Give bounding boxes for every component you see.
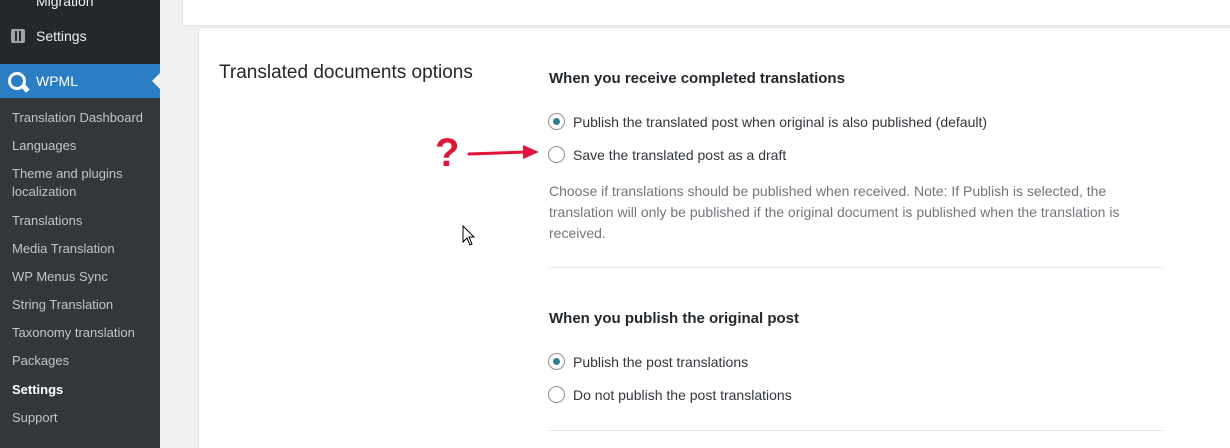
submenu-translations[interactable]: Translations — [12, 212, 152, 230]
current-menu-indicator — [152, 73, 160, 89]
submenu-media-translation[interactable]: Media Translation — [12, 240, 152, 258]
submenu-languages[interactable]: Languages — [12, 137, 152, 155]
option-label: Publish the translated post when origina… — [573, 113, 988, 130]
sidebar-item-settings-label: Settings — [36, 28, 87, 44]
completed-translations-description: Choose if translations should be publish… — [549, 183, 1120, 241]
annotation-question-mark: ? — [435, 131, 460, 175]
settings-panel: Translated documents options When you re… — [198, 27, 1230, 448]
submenu-theme-plugins-localization[interactable]: Theme and plugins localization — [12, 165, 152, 201]
submenu-settings[interactable]: Settings — [12, 381, 152, 399]
mouse-cursor-icon — [462, 225, 476, 246]
submenu-translation-dashboard[interactable]: Translation Dashboard — [12, 109, 152, 127]
option-label: Save the translated post as a draft — [573, 146, 787, 163]
main-content: Translated documents options When you re… — [160, 0, 1230, 448]
annotation-arrow-icon — [467, 145, 539, 159]
sidebar-item-settings[interactable]: Settings — [0, 24, 160, 48]
submenu-wp-menus-sync[interactable]: WP Menus Sync — [12, 268, 152, 286]
radio-button[interactable] — [548, 386, 565, 403]
sidebar-item-wpml[interactable]: WPML — [0, 64, 160, 98]
radio-button-selected[interactable] — [548, 113, 565, 130]
section-title: Translated documents options — [219, 62, 473, 83]
settings-icon — [11, 29, 25, 43]
option-label: Do not publish the post translations — [573, 386, 792, 403]
radio-button[interactable] — [548, 146, 565, 163]
admin-sidebar: Migration Settings WPML Translation Dash… — [0, 0, 160, 448]
sidebar-item-migration[interactable]: Migration — [36, 0, 94, 9]
section-divider — [549, 430, 1163, 431]
previous-section-box — [182, 0, 1230, 26]
submenu-taxonomy-translation[interactable]: Taxonomy translation — [12, 324, 152, 342]
option-publish-when-original-published[interactable]: Publish the translated post when origina… — [548, 113, 987, 130]
option-save-as-draft[interactable]: Save the translated post as a draft — [548, 146, 786, 163]
radio-button-selected[interactable] — [548, 353, 565, 370]
submenu-string-translation[interactable]: String Translation — [12, 296, 152, 314]
option-label: Publish the post translations — [573, 353, 749, 370]
submenu-support[interactable]: Support — [12, 409, 152, 427]
option-publish-post-translations[interactable]: Publish the post translations — [548, 353, 748, 370]
submenu-packages[interactable]: Packages — [12, 352, 152, 370]
sidebar-item-wpml-label: WPML — [36, 73, 78, 89]
completed-translations-heading: When you receive completed translations — [549, 70, 845, 87]
option-do-not-publish-translations[interactable]: Do not publish the post translations — [548, 386, 792, 403]
wpml-logo-icon — [8, 72, 26, 90]
section-divider — [549, 267, 1163, 268]
publish-original-heading: When you publish the original post — [549, 310, 799, 327]
wpml-submenu: Translation Dashboard Languages Theme an… — [0, 98, 160, 448]
